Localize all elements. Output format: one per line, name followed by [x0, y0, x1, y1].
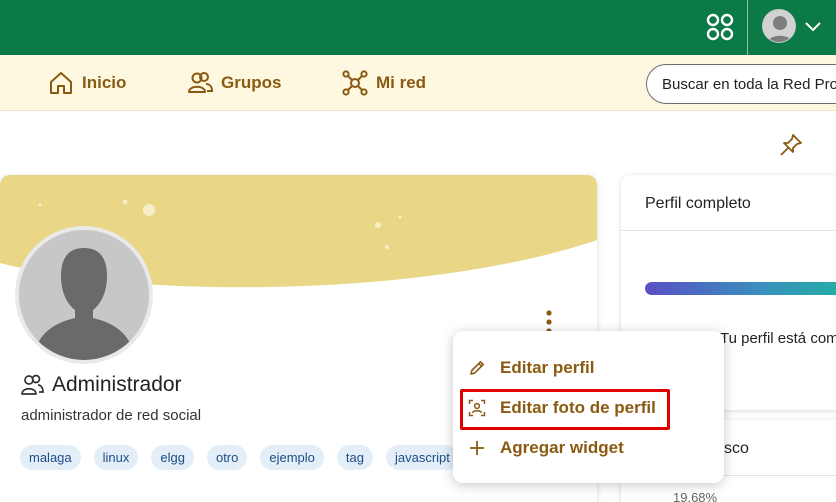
tag-chip[interactable]: otro [206, 445, 248, 470]
main-nav: Inicio Grupos Mi red Buscar en toda la R… [0, 55, 836, 111]
nav-item-inicio[interactable]: Inicio [48, 55, 126, 111]
profile-progress-bar [645, 282, 836, 295]
progress-fill [645, 282, 836, 295]
profile-name: Administrador [52, 373, 182, 396]
user-menu-button[interactable] [762, 9, 832, 45]
pin-icon[interactable] [778, 132, 804, 158]
search-input[interactable]: Buscar en toda la Red Profe [646, 64, 836, 104]
tag-chip[interactable]: elgg [151, 445, 194, 470]
card-divider [621, 230, 836, 231]
apps-grid-icon[interactable] [704, 11, 736, 43]
menu-item-editar-perfil[interactable]: Editar perfil [468, 352, 594, 384]
card-percent: 19.68% [673, 490, 718, 502]
search-placeholder: Buscar en toda la Red Profe [662, 75, 836, 93]
profile-options-menu: Editar perfil Editar foto de perfil Agre… [453, 331, 724, 483]
top-bar [0, 0, 836, 55]
topbar-divider [747, 0, 748, 55]
card-title: Perfil completo [645, 195, 751, 212]
pencil-icon [468, 359, 486, 377]
profile-description: administrador de red social [21, 407, 202, 424]
tag-chip[interactable]: linux [93, 445, 139, 470]
nav-item-mi-red[interactable]: Mi red [342, 55, 426, 111]
home-icon [48, 70, 74, 96]
nav-item-label: Inicio [82, 73, 127, 92]
tag-chip[interactable]: javascript [385, 445, 459, 470]
menu-item-label: Editar foto de perfil [500, 398, 656, 417]
chevron-down-icon [804, 17, 822, 35]
tag-chip[interactable]: ejemplo [260, 445, 324, 470]
network-icon [342, 70, 368, 96]
plus-icon [468, 439, 486, 457]
nav-item-grupos[interactable]: Grupos [187, 55, 281, 111]
avatar [762, 9, 796, 43]
tag-chip[interactable]: tag [336, 445, 373, 470]
profile-avatar [15, 226, 153, 364]
menu-item-agregar-widget[interactable]: Agregar widget [468, 432, 624, 464]
profile-status-text: Tu perfil está com [720, 330, 836, 347]
user-icon [20, 373, 44, 397]
groups-icon [187, 70, 213, 96]
nav-item-label: Grupos [221, 73, 282, 92]
profile-name-row: Administrador [20, 373, 182, 397]
card-title: sco [724, 440, 749, 457]
menu-item-label: Editar perfil [500, 358, 595, 377]
menu-item-label: Agregar widget [500, 438, 624, 457]
nav-item-label: Mi red [376, 73, 427, 92]
profile-tags: malaga linux elgg otro ejemplo tag javas… [20, 445, 459, 470]
menu-item-editar-foto-de-perfil[interactable]: Editar foto de perfil [468, 392, 656, 424]
tag-chip[interactable]: malaga [20, 445, 81, 470]
portrait-icon [468, 399, 486, 417]
